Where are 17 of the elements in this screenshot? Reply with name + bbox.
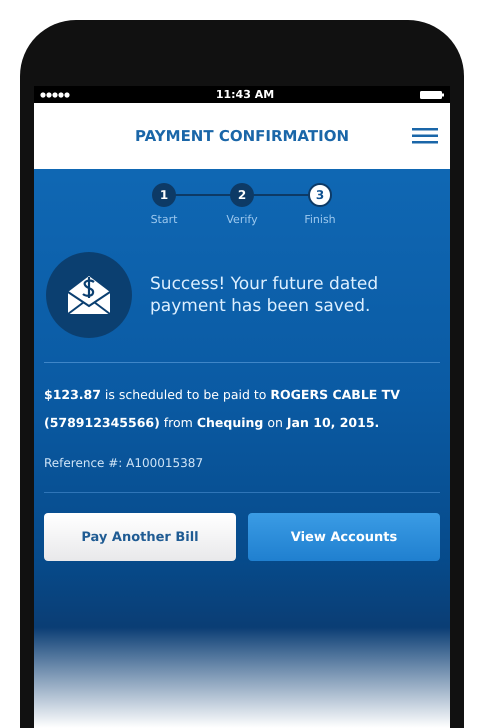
- success-message: Success! Your future dated payment has been saved.: [150, 272, 380, 318]
- signal-icon: [40, 92, 70, 98]
- step-number: 1: [152, 183, 176, 207]
- battery-icon: [420, 90, 444, 98]
- step-number: 3: [308, 183, 332, 207]
- view-accounts-button[interactable]: View Accounts: [248, 513, 440, 561]
- page-title: PAYMENT CONFIRMATION: [134, 127, 349, 145]
- step-label: Verify: [226, 213, 258, 226]
- step-label: Start: [150, 213, 178, 226]
- money-envelope-icon: [46, 252, 132, 338]
- reference-number: Reference #: A100015387: [44, 456, 204, 470]
- pay-bill-button[interactable]: Pay Another Bill: [44, 513, 236, 561]
- payment-details: $123.87 is scheduled to be paid to ROGERS CABLE TV (578912345566) from Chequing on Jan 10, 2015.: [44, 386, 401, 432]
- menu-icon[interactable]: [412, 128, 438, 144]
- step-number: 2: [230, 183, 254, 207]
- step-label: Finish: [304, 213, 336, 226]
- status-time: 11:43 AM: [216, 88, 274, 101]
